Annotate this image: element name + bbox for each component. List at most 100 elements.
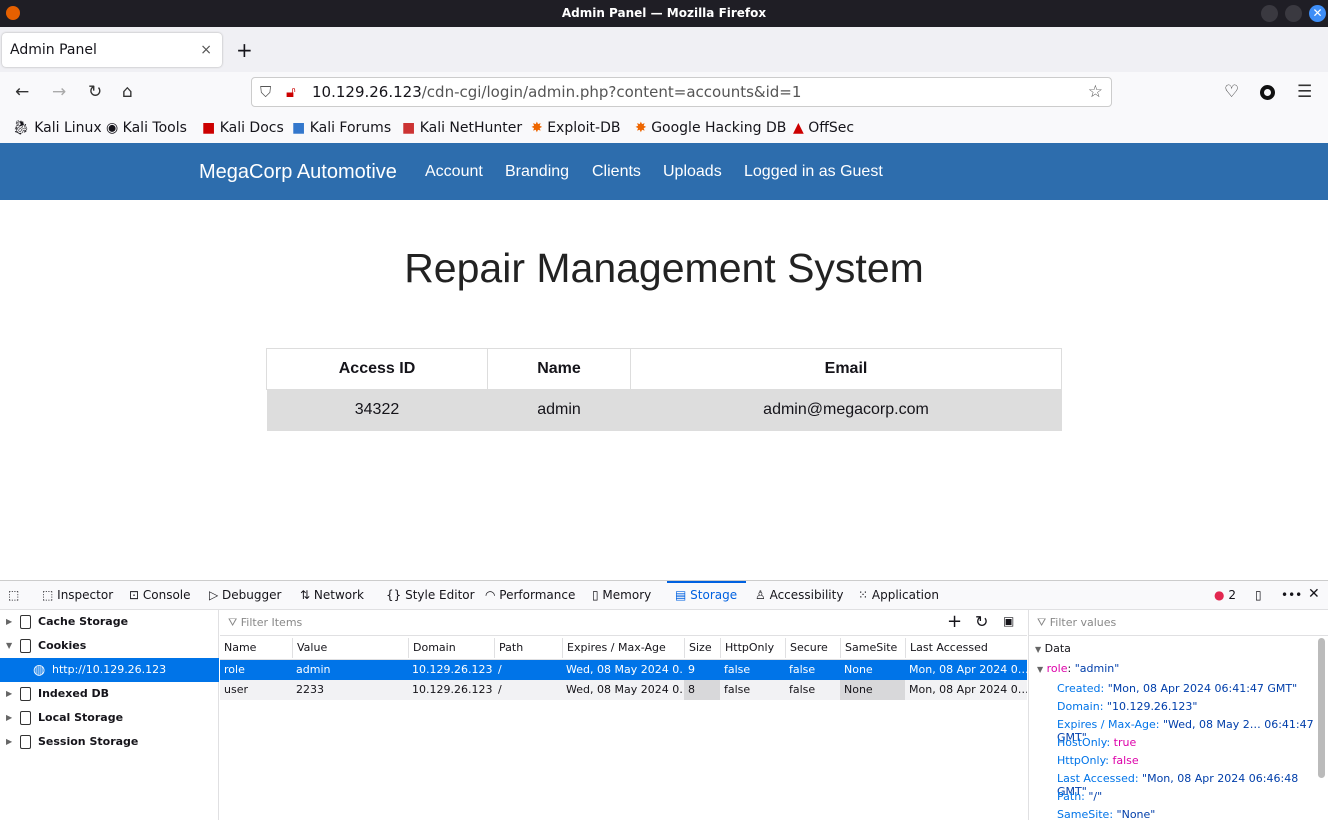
maximize-button[interactable] <box>1285 5 1302 22</box>
cookie-cell: 2233 <box>296 683 324 696</box>
bookmark-google-hacking-db[interactable]: ✸ Google Hacking DB <box>635 120 786 136</box>
close-window-button[interactable]: ✕ <box>1309 5 1326 22</box>
sidebar-item-cache-storage[interactable]: ▶ Cache Storage <box>0 610 219 634</box>
nav-branding[interactable]: Branding <box>505 163 569 181</box>
insecure-lock-icon[interactable]: 🔓︎ <box>286 78 296 106</box>
error-count-badge[interactable]: ● 2 <box>1214 588 1236 602</box>
column-header[interactable]: Path <box>494 638 562 658</box>
nav-clients[interactable]: Clients <box>592 163 641 181</box>
column-header[interactable]: SameSite <box>840 638 905 658</box>
sidebar-item-local-storage[interactable]: ▶ Local Storage <box>0 706 219 730</box>
detail-entry[interactable]: Path: "/" <box>1057 790 1102 803</box>
bookmark-exploit-db[interactable]: ✸ Exploit-DB <box>531 120 620 136</box>
bookmark-offsec[interactable]: ▲ OffSec <box>793 120 854 136</box>
bookmark-kali-tools[interactable]: ◉ Kali Tools <box>106 120 187 136</box>
menu-icon[interactable]: ☰ <box>1297 82 1312 102</box>
table-row[interactable]: user 2233 10.129.26.123 / Wed, 08 May 2024 0… <box>220 680 1027 700</box>
sidebar-item-session-storage[interactable]: ▶ Session Storage <box>0 730 219 754</box>
column-header[interactable]: Last Accessed <box>905 638 1027 658</box>
cookie-cell: 9 <box>688 663 695 676</box>
sidebar-item-cookies[interactable]: ▼ Cookies <box>0 634 219 658</box>
more-options-icon[interactable]: ••• <box>1281 588 1302 602</box>
site-navbar: MegaCorp Automotive Account Branding Cli… <box>0 143 1328 200</box>
refresh-icon[interactable]: ↻ <box>975 612 988 631</box>
minimize-button[interactable] <box>1261 5 1278 22</box>
accounts-table: Access ID Name Email 34322 admin admin@megac… <box>266 348 1062 431</box>
responsive-design-icon[interactable]: ▯ <box>1255 588 1262 602</box>
account-icon[interactable] <box>1260 85 1275 100</box>
shield-icon[interactable]: ⛉ <box>260 78 271 106</box>
bookmark-kali-nethunter[interactable]: ■ Kali NetHunter <box>402 120 522 136</box>
tab-application[interactable]: ⁙ Application <box>858 588 939 602</box>
bookmark-star-icon[interactable]: ☆ <box>1088 78 1103 106</box>
tab-title: Admin Panel <box>10 42 97 58</box>
close-devtools-icon[interactable]: ✕ <box>1308 586 1320 602</box>
cookies-header-row: Name Value Domain Path Expires / Max-Age Size… <box>220 638 1027 660</box>
cookie-cell: role <box>224 663 245 676</box>
nav-logged-in[interactable]: Logged in as Guest <box>744 163 883 181</box>
cookie-cell: Mon, 08 Apr 2024 0… <box>909 663 1027 676</box>
filter-values-input[interactable]: ⛛ Filter values <box>1037 616 1116 630</box>
cookie-cell: / <box>498 683 502 696</box>
tab-console[interactable]: ⊡ Console <box>129 588 191 602</box>
cell-email: admin@megacorp.com <box>630 389 1062 431</box>
cookie-cell: 8 <box>684 680 720 700</box>
sidebar-item-cookie-host[interactable]: ◍ http://10.129.26.123 <box>0 658 219 682</box>
data-section-header[interactable]: ▼ Data <box>1035 642 1071 655</box>
col-access-id: Access ID <box>266 348 488 390</box>
tab-network[interactable]: ⇅ Network <box>300 588 364 602</box>
url-bar[interactable]: ⛉ 🔓︎ 10.129.26.123/cdn-cgi/login/admin.p… <box>251 77 1112 107</box>
sidebar-item-indexed-db[interactable]: ▶ Indexed DB <box>0 682 219 706</box>
tab-debugger[interactable]: ▷ Debugger <box>209 588 281 602</box>
url-host: 10.129.26.123 <box>312 83 422 101</box>
data-role-entry[interactable]: ▼ role: "admin" <box>1037 662 1119 675</box>
close-tab-icon[interactable]: × <box>200 33 212 67</box>
cookie-cell: 10.129.26.123 <box>412 683 493 696</box>
cookie-cell: false <box>789 663 816 676</box>
bookmark-kali-docs[interactable]: ■ Kali Docs <box>202 120 284 136</box>
tab-inspector[interactable]: ⬚ Inspector <box>42 588 113 602</box>
cookie-cell: false <box>724 683 751 696</box>
bookmark-kali-forums[interactable]: ■ Kali Forums <box>292 120 391 136</box>
detail-entry[interactable]: HttpOnly: false <box>1057 754 1139 767</box>
element-picker-icon[interactable]: ⬚ <box>8 588 19 602</box>
nav-account[interactable]: Account <box>425 163 483 181</box>
tab-admin-panel[interactable]: Admin Panel × <box>2 33 222 67</box>
tab-accessibility[interactable]: ♙ Accessibility <box>755 588 843 602</box>
detail-entry[interactable]: Created: "Mon, 08 Apr 2024 06:41:47 GMT" <box>1057 682 1297 695</box>
devtools-panel: ⬚ ⬚ Inspector ⊡ Console ▷ Debugger ⇅ Net… <box>0 580 1328 821</box>
table-row[interactable]: role admin 10.129.26.123 / Wed, 08 May 2024 … <box>220 660 1027 680</box>
pocket-icon[interactable]: ♡ <box>1224 82 1239 102</box>
toggle-sidebar-icon[interactable]: ▣ <box>1003 614 1014 628</box>
detail-entry[interactable]: HostOnly: true <box>1057 736 1136 749</box>
bookmark-kali-linux[interactable]: 🐉︎ Kali Linux <box>12 120 102 136</box>
brand-link[interactable]: MegaCorp Automotive <box>199 161 397 184</box>
add-item-icon[interactable]: + <box>947 611 962 632</box>
tab-storage[interactable]: ▤ Storage <box>675 588 737 602</box>
cell-name: admin <box>487 389 631 431</box>
nav-uploads[interactable]: Uploads <box>663 163 722 181</box>
tab-memory[interactable]: ▯ Memory <box>592 588 651 602</box>
forward-icon[interactable]: → <box>52 82 66 102</box>
filter-items-input[interactable]: ⛛ Filter Items <box>228 616 302 630</box>
tab-style-editor[interactable]: {} Style Editor <box>386 588 475 602</box>
detail-entry[interactable]: Domain: "10.129.26.123" <box>1057 700 1198 713</box>
column-header[interactable]: Secure <box>785 638 840 658</box>
column-header[interactable]: Expires / Max-Age <box>562 638 684 658</box>
scrollbar[interactable] <box>1318 638 1325 778</box>
window-title-bar: Admin Panel — Mozilla Firefox ✕ <box>0 0 1328 27</box>
tab-performance[interactable]: ◠ Performance <box>485 588 575 602</box>
reload-icon[interactable]: ↻ <box>88 82 102 102</box>
filter-items-bar: ⛛ Filter Items + ↻ ▣ <box>220 610 1027 636</box>
back-icon[interactable]: ← <box>15 82 29 102</box>
column-header[interactable]: HttpOnly <box>720 638 785 658</box>
column-header[interactable]: Value <box>292 638 408 658</box>
column-header[interactable]: Size <box>684 638 720 658</box>
home-icon[interactable]: ⌂ <box>122 82 133 102</box>
new-tab-button[interactable]: + <box>236 38 253 62</box>
detail-entry[interactable]: SameSite: "None" <box>1057 808 1155 821</box>
col-name: Name <box>487 348 631 390</box>
column-header[interactable]: Name <box>220 638 292 658</box>
column-header[interactable]: Domain <box>408 638 494 658</box>
page-title: Repair Management System <box>404 245 924 291</box>
